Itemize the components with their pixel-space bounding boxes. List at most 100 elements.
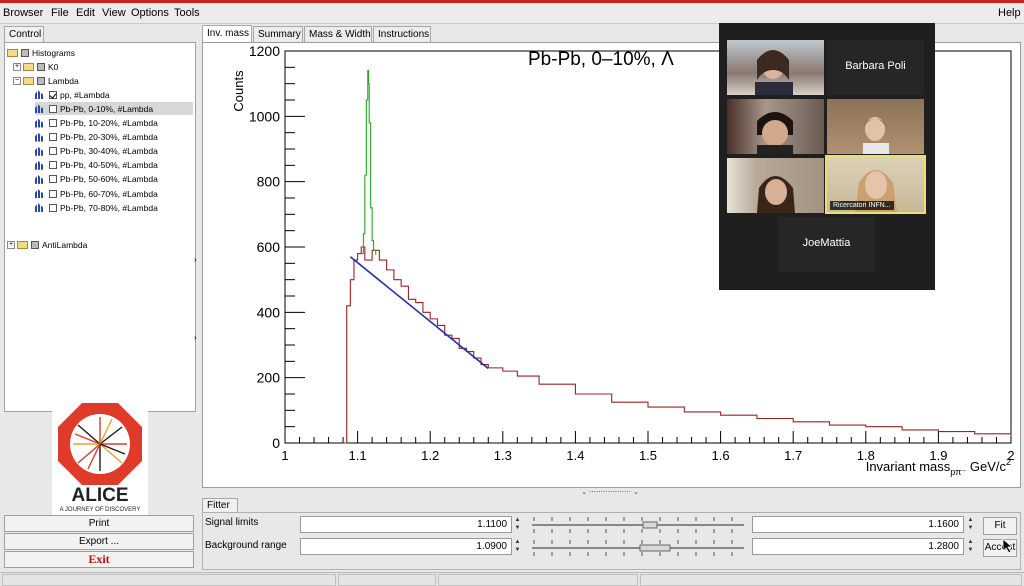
folder-icon — [23, 76, 34, 85]
background-high-spinner[interactable]: ▲ ▼ — [966, 538, 975, 555]
export-button[interactable]: Export ... — [4, 533, 194, 550]
tree-item-label: pp, #Lambda — [60, 89, 110, 100]
tree-item[interactable]: − Lambda — [13, 74, 193, 87]
background-high-field[interactable]: 1.2800 — [752, 538, 964, 555]
tree-item-label: Pb-Pb, 40-50%, #Lambda — [60, 160, 158, 171]
x-tick-label: 1.5 — [639, 448, 657, 463]
background-low-spinner[interactable]: ▲ ▼ — [513, 538, 522, 555]
folder-icon — [23, 62, 34, 71]
tree-item[interactable]: Histograms — [7, 46, 193, 59]
x-tick-label: 1.3 — [494, 448, 512, 463]
print-button[interactable]: Print — [4, 515, 194, 532]
signal-high-spinner[interactable]: ▲ ▼ — [966, 516, 975, 533]
tree-item-label: K0 — [48, 61, 59, 72]
x-tick-label: 1.1 — [349, 448, 367, 463]
splitter-handle[interactable]: ⌄ ⋯⋯⋯⋯⋯⋯ ⌄ — [567, 488, 653, 496]
fit-button[interactable]: Fit — [983, 517, 1017, 535]
menu-help[interactable]: Help — [998, 7, 1021, 19]
checkbox[interactable] — [49, 104, 57, 113]
tree-item[interactable]: Pb-Pb, 10-20%, #Lambda — [35, 117, 193, 130]
checkbox[interactable] — [49, 175, 57, 184]
checkbox[interactable] — [49, 189, 57, 198]
expand-toggle-icon[interactable]: + — [13, 62, 21, 71]
signal-low-field[interactable]: 1.1100 — [300, 516, 512, 533]
tree-item-label: Pb-Pb, 60-70%, #Lambda — [60, 188, 158, 199]
collapse-left-arrow-2[interactable]: › — [194, 333, 197, 342]
tree-item[interactable]: Pb-Pb, 60-70%, #Lambda — [35, 187, 193, 200]
histogram-icon — [35, 118, 45, 128]
collapse-left-arrow[interactable]: › — [194, 255, 197, 264]
histogram-icon — [35, 203, 45, 213]
tree-item[interactable]: pp, #Lambda — [35, 88, 193, 101]
tab-control[interactable]: Control — [4, 26, 44, 42]
menu-browser[interactable]: Browser — [3, 7, 43, 19]
tree-item-label: Histograms — [32, 47, 75, 58]
signal-limits-label: Signal limits — [205, 517, 259, 528]
participant-tag: Ricercatori INFN... — [830, 201, 894, 210]
tree-item[interactable]: Pb-Pb, 30-40%, #Lambda — [35, 145, 193, 158]
video-tile-barbara-poli: Barbara Poli — [827, 40, 924, 95]
y-tick-label: 0 — [272, 435, 280, 451]
chart-title: Pb-Pb, 0–10%, Λ — [528, 49, 674, 70]
signal-low-spinner[interactable]: ▲ ▼ — [513, 516, 522, 533]
participant-name-2: JoeMattia — [802, 237, 851, 249]
background-low-field[interactable]: 1.0900 — [300, 538, 512, 555]
x-tick-label: 1.2 — [421, 448, 439, 463]
logo-text: ALICE — [72, 485, 129, 506]
folder-icon — [17, 240, 28, 249]
status-segment-3 — [438, 574, 638, 586]
tab-inv-mass[interactable]: Inv. mass — [202, 25, 252, 42]
checkbox[interactable] — [49, 147, 57, 156]
checkbox[interactable] — [21, 48, 29, 57]
tree-item[interactable]: Pb-Pb, 70-80%, #Lambda — [35, 201, 193, 214]
y-tick-label: 400 — [257, 304, 281, 320]
signal-high-field[interactable]: 1.1600 — [752, 516, 964, 533]
y-tick-label: 1000 — [249, 108, 280, 124]
tree-item[interactable]: Pb-Pb, 40-50%, #Lambda — [35, 159, 193, 172]
tree-item[interactable]: Pb-Pb, 50-60%, #Lambda — [35, 173, 193, 186]
expand-toggle-icon[interactable]: + — [7, 240, 15, 249]
left-panel: Control Histograms + K0 − Lambda pp, #Lambda P… — [2, 25, 196, 570]
expand-toggle-icon[interactable]: − — [13, 76, 21, 85]
tree-item[interactable]: + K0 — [13, 60, 193, 73]
menu-file[interactable]: File — [51, 7, 69, 19]
video-tile-participant-1 — [727, 40, 824, 95]
y-tick-label: 800 — [257, 174, 281, 190]
exit-button[interactable]: Exit — [4, 551, 194, 568]
checkbox[interactable] — [49, 90, 57, 99]
video-tile-participant-4 — [727, 158, 824, 213]
checkbox[interactable] — [37, 76, 45, 85]
status-bar — [0, 572, 1024, 586]
menu-bar: Browser File Edit View Options Tools Hel… — [0, 3, 1024, 24]
tab-instructions[interactable]: Instructions — [373, 26, 431, 42]
tab-mass-width[interactable]: Mass & Width — [304, 26, 372, 42]
video-tile-participant-2 — [727, 99, 824, 154]
menu-edit[interactable]: Edit — [76, 7, 95, 19]
logo-subtitle: A JOURNEY OF DISCOVERY — [60, 507, 141, 513]
menu-view[interactable]: View — [102, 7, 126, 19]
checkbox[interactable] — [49, 119, 57, 127]
tree-item[interactable]: Pb-Pb, 0-10%, #Lambda — [35, 102, 193, 116]
histogram-icon — [35, 160, 45, 170]
alice-logo: ALICE A JOURNEY OF DISCOVERY — [52, 399, 148, 515]
tab-summary[interactable]: Summary — [253, 26, 303, 42]
signal-range-slider[interactable] — [530, 515, 746, 535]
background-range-slider[interactable] — [530, 538, 746, 558]
checkbox[interactable] — [49, 203, 57, 212]
tree-item[interactable]: Pb-Pb, 20-30%, #Lambda — [35, 131, 193, 144]
checkbox[interactable] — [37, 62, 45, 71]
checkbox[interactable] — [31, 240, 39, 249]
tree-item-label: Pb-Pb, 10-20%, #Lambda — [60, 118, 158, 128]
background-range-label: Background range — [205, 540, 287, 551]
checkbox[interactable] — [49, 133, 57, 142]
x-tick-label: 1.7 — [784, 448, 802, 463]
participant-name: Barbara Poli — [845, 60, 906, 72]
y-tick-label: 600 — [257, 239, 281, 255]
checkbox[interactable] — [49, 161, 57, 170]
tab-fitter[interactable]: Fitter — [202, 498, 238, 513]
status-segment-4 — [640, 574, 1022, 586]
tree-item[interactable]: + AntiLambda — [7, 238, 193, 251]
menu-options[interactable]: Options — [131, 7, 169, 19]
tree-item-label: Pb-Pb, 20-30%, #Lambda — [60, 132, 158, 143]
menu-tools[interactable]: Tools — [174, 7, 200, 19]
